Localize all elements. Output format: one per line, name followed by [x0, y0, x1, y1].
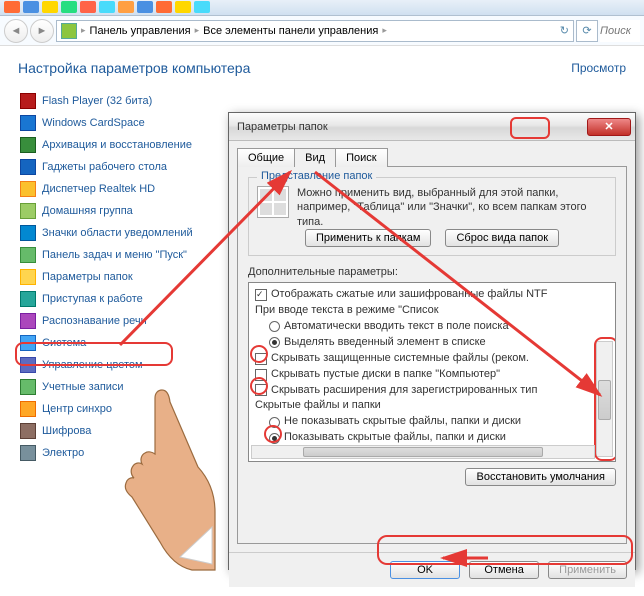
advanced-label: Дополнительные параметры:	[248, 266, 616, 278]
item-icon	[20, 423, 36, 439]
item-label: Архивация и восстановление	[42, 139, 192, 151]
apply-button[interactable]: Применить	[548, 561, 627, 579]
item-label: Домашняя группа	[42, 205, 133, 217]
control-panel-item[interactable]: Гаджеты рабочего стола	[18, 156, 208, 178]
control-panel-item[interactable]: Значки области уведомлений	[18, 222, 208, 244]
breadcrumb[interactable]: ▸ Панель управления ▸ Все элементы панел…	[56, 20, 574, 42]
item-icon	[20, 291, 36, 307]
item-label: Шифрова	[42, 425, 91, 437]
cb-hide-extensions[interactable]	[255, 384, 267, 396]
control-panel-item[interactable]: Электро	[18, 442, 208, 464]
taskbar	[0, 0, 644, 16]
control-panel-item[interactable]: Распознавание речи	[18, 310, 208, 332]
dialog-buttons: OK Отмена Применить	[229, 552, 635, 587]
item-label: Flash Player (32 бита)	[42, 95, 152, 107]
cb-show-compressed[interactable]	[255, 289, 267, 301]
item-label: Параметры папок	[42, 271, 133, 283]
cancel-button[interactable]: Отмена	[469, 561, 539, 579]
highlight-folder-options	[15, 342, 173, 366]
forward-button[interactable]: ►	[30, 19, 54, 43]
horizontal-scrollbar[interactable]	[251, 445, 595, 459]
item-icon	[20, 247, 36, 263]
tab-general[interactable]: Общие	[237, 148, 295, 167]
search-input[interactable]	[600, 20, 640, 42]
item-icon	[20, 93, 36, 109]
control-panel-item[interactable]: Центр синхро	[18, 398, 208, 420]
item-icon	[20, 269, 36, 285]
item-icon	[20, 445, 36, 461]
tab-body: Представление папок Можно применить вид,…	[237, 166, 627, 544]
cb-hide-empty-drives[interactable]	[255, 369, 267, 381]
item-label: Windows CardSpace	[42, 117, 145, 129]
item-icon	[20, 313, 36, 329]
item-icon	[20, 379, 36, 395]
view-link[interactable]: Просмотр	[571, 61, 626, 75]
group-text: Можно применить вид, выбранный для этой …	[297, 186, 607, 229]
reset-folders-button[interactable]: Сброс вида папок	[445, 229, 559, 247]
apply-to-folders-button[interactable]: Применить к папкам	[305, 229, 432, 247]
item-icon	[20, 137, 36, 153]
cb-hide-protected[interactable]	[255, 353, 267, 365]
folder-options-dialog: Параметры папок ✕ Общие Вид Поиск Предст…	[228, 112, 636, 570]
refresh-button[interactable]: ⟳	[576, 20, 598, 42]
item-icon	[20, 181, 36, 197]
control-panel-item[interactable]: Диспетчер Realtek HD	[18, 178, 208, 200]
tab-search[interactable]: Поиск	[335, 148, 387, 167]
vertical-scrollbar[interactable]	[596, 341, 613, 457]
control-panel-item[interactable]: Шифрова	[18, 420, 208, 442]
close-button[interactable]: ✕	[587, 118, 631, 136]
item-label: Диспетчер Realtek HD	[42, 183, 155, 195]
item-label: Центр синхро	[42, 403, 112, 415]
item-icon	[20, 203, 36, 219]
item-label: Гаджеты рабочего стола	[42, 161, 167, 173]
control-panel-icon	[61, 23, 77, 39]
rb-show-hidden[interactable]	[269, 433, 280, 444]
page-title: Настройка параметров компьютера	[18, 60, 250, 76]
crumb-2[interactable]: Все элементы панели управления	[203, 25, 378, 37]
rb-select-typed[interactable]	[269, 337, 280, 348]
item-label: Панель задач и меню "Пуск"	[42, 249, 187, 261]
item-label: Распознавание речи	[42, 315, 147, 327]
folder-grid-icon	[257, 186, 289, 218]
item-icon	[20, 225, 36, 241]
item-label: Учетные записи	[42, 381, 124, 393]
item-label: Значки области уведомлений	[42, 227, 193, 239]
control-panel-item[interactable]: Учетные записи	[18, 376, 208, 398]
ok-button[interactable]: OK	[390, 561, 460, 579]
control-panel-item[interactable]: Домашняя группа	[18, 200, 208, 222]
address-bar: ◄ ► ▸ Панель управления ▸ Все элементы п…	[0, 16, 644, 46]
control-panel-item[interactable]: Windows CardSpace	[18, 112, 208, 134]
crumb-1[interactable]: Панель управления	[90, 25, 191, 37]
item-icon	[20, 115, 36, 131]
folder-views-group: Представление папок Можно применить вид,…	[248, 177, 616, 256]
control-panel-item[interactable]: Архивация и восстановление	[18, 134, 208, 156]
control-panel-item[interactable]: Приступая к работе	[18, 288, 208, 310]
control-panel-item[interactable]: Параметры папок	[18, 266, 208, 288]
restore-defaults-button[interactable]: Восстановить умолчания	[465, 468, 616, 486]
item-icon	[20, 401, 36, 417]
advanced-settings-tree[interactable]: Отображать сжатые или зашифрованные файл…	[248, 282, 616, 462]
tab-view[interactable]: Вид	[294, 148, 336, 167]
dialog-title: Параметры папок	[237, 121, 587, 133]
tabs: Общие Вид Поиск	[229, 141, 635, 166]
control-panel-item[interactable]: Панель задач и меню "Пуск"	[18, 244, 208, 266]
item-label: Электро	[42, 447, 84, 459]
item-label: Приступая к работе	[42, 293, 143, 305]
item-icon	[20, 159, 36, 175]
control-panel-item[interactable]: Flash Player (32 бита)	[18, 90, 208, 112]
group-title: Представление папок	[257, 170, 376, 182]
back-button[interactable]: ◄	[4, 19, 28, 43]
control-panel-items: Flash Player (32 бита) Windows CardSpace А…	[18, 90, 208, 464]
rb-dont-show-hidden[interactable]	[269, 417, 280, 428]
rb-auto-type[interactable]	[269, 321, 280, 332]
refresh-icon[interactable]: ↻	[560, 24, 569, 37]
dialog-titlebar[interactable]: Параметры папок ✕	[229, 113, 635, 141]
